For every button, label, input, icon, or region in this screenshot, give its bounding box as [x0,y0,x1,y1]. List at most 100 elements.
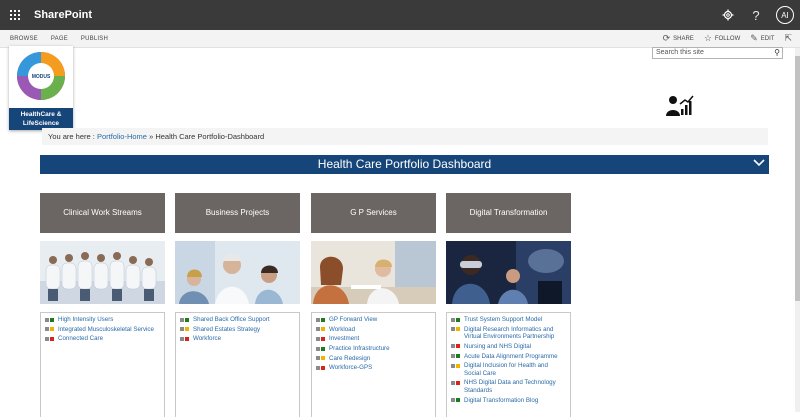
logo-modus-text: MODUS [32,74,51,80]
list-item-link[interactable]: Workforce-GPS [329,364,372,372]
chevron-down-icon[interactable] [753,155,765,174]
digital-vr-photo[interactable] [446,241,571,304]
list-item-link[interactable]: Trust System Support Model [464,316,542,324]
list-item-link[interactable]: Workforce [193,335,221,343]
column-digital-transformation: Digital Transformation Trust System Supp… [446,193,571,417]
tab-browse[interactable]: BROWSE [10,36,38,42]
question-icon[interactable]: ? [748,7,764,23]
list-item-link[interactable]: Practice Infrastructure [329,345,390,353]
status-indicator [321,327,325,332]
search-input[interactable]: Search this site ⚲ [652,47,783,59]
bullet-square [180,317,184,322]
list-item[interactable]: Shared Estates Strategy [180,326,295,334]
list-item-link[interactable]: Connected Care [58,335,103,343]
breadcrumb-separator: » [149,132,154,141]
breadcrumb-current: Health Care Portfolio-Dashboard [155,132,265,141]
bullet-square [45,327,49,332]
status-indicator [456,344,460,349]
follow-label: FOLLOW [714,35,741,42]
tile-header[interactable]: Business Projects [175,193,300,233]
gp-consultation-photo[interactable] [311,241,436,304]
list-item[interactable]: Investment [316,335,431,343]
tab-page[interactable]: PAGE [51,36,68,42]
list-item[interactable]: Care Redesign [316,355,431,363]
column-gp-services: G P Services GP Forward View Workload In… [311,193,436,417]
list-item-link[interactable]: Workload [329,326,355,334]
vertical-scrollbar[interactable] [795,48,800,412]
logo-graphic: MODUS [17,52,65,100]
clinical-team-photo[interactable] [40,241,165,304]
tile-header[interactable]: G P Services [311,193,436,233]
tile-header[interactable]: Clinical Work Streams [40,193,165,233]
app-launcher-icon[interactable] [2,0,28,30]
list-item-link[interactable]: High Intensity Users [58,316,113,324]
list-item[interactable]: High Intensity Users [45,316,160,324]
edit-label: EDIT [760,35,775,42]
breadcrumb-home-link[interactable]: Portfolio-Home [97,132,147,141]
list-item[interactable]: NHS Digital Data and Technology Standard… [451,379,566,394]
list-item-link[interactable]: GP Forward View [329,316,377,324]
list-item[interactable]: Connected Care [45,335,160,343]
logo-caption: HealthCare & LifeScience [9,108,73,130]
bullet-square [451,344,455,349]
tile-header[interactable]: Digital Transformation [446,193,571,233]
business-meeting-photo[interactable] [175,241,300,304]
list-item-link[interactable]: Nursing and NHS Digital [464,343,531,351]
follow-button[interactable]: ☆ FOLLOW [704,33,740,44]
brand-title[interactable]: SharePoint [34,9,92,21]
list-item[interactable]: Digital Inclusion for Health and Social … [451,362,566,377]
column-business-projects: Business Projects Shared Back Office Sup… [175,193,300,417]
list-item[interactable]: Digital Research Informatics and Virtual… [451,326,566,341]
star-icon: ☆ [703,33,712,43]
workstream-list: High Intensity Users Integrated Musculos… [40,312,165,417]
search-icon[interactable]: ⚲ [774,48,780,58]
status-indicator [456,380,460,385]
status-indicator [456,363,460,368]
status-indicator [321,336,325,341]
list-item[interactable]: Digital Transformation Blog [451,397,566,405]
status-indicator [50,317,54,322]
list-item-link[interactable]: Digital Inclusion for Health and Social … [464,362,566,377]
list-item[interactable]: Workforce [180,335,295,343]
status-indicator [321,356,325,361]
bullet-square [316,356,320,361]
list-item-link[interactable]: Shared Estates Strategy [193,326,260,334]
list-item[interactable]: Trust System Support Model [451,316,566,324]
dashboard-banner: Health Care Portfolio Dashboard [40,155,769,174]
list-item-link[interactable]: Investment [329,335,359,343]
list-item-link[interactable]: Care Redesign [329,355,370,363]
status-indicator [456,327,460,332]
list-item[interactable]: Workforce-GPS [316,364,431,372]
status-indicator [321,317,325,322]
list-item-link[interactable]: Acute Data Alignment Programme [464,353,558,361]
gear-icon[interactable] [720,7,736,23]
avatar[interactable]: AI [776,6,794,24]
status-indicator [185,317,189,322]
list-item[interactable]: Practice Infrastructure [316,345,431,353]
site-logo[interactable]: MODUS HealthCare & LifeScience [9,46,73,130]
tab-publish[interactable]: PUBLISH [81,36,108,42]
list-item[interactable]: Workload [316,326,431,334]
focus-content-button[interactable]: ⇱ [784,33,792,44]
list-item-link[interactable]: Digital Research Informatics and Virtual… [464,326,566,341]
list-item-link[interactable]: Integrated Musculoskeletal Service [58,326,154,334]
status-indicator [321,365,325,370]
ribbon: BROWSE PAGE PUBLISH ⟳ SHARE ☆ FOLLOW ✎ EDIT… [0,30,800,48]
list-item[interactable]: GP Forward View [316,316,431,324]
list-item[interactable]: Acute Data Alignment Programme [451,353,566,361]
list-item-link[interactable]: Shared Back Office Support [193,316,270,324]
status-indicator [456,354,460,359]
share-label: SHARE [673,35,694,42]
share-button[interactable]: ⟳ SHARE [663,33,694,44]
bullet-square [316,346,320,351]
edit-button[interactable]: ✎ EDIT [750,33,774,44]
list-item-link[interactable]: Digital Transformation Blog [464,397,538,405]
share-icon: ⟳ [662,33,671,43]
status-indicator [50,336,54,341]
scrollbar-thumb[interactable] [795,56,800,301]
list-item[interactable]: Shared Back Office Support [180,316,295,324]
column-clinical-work-streams: Clinical Work Streams High Intensity Use… [40,193,165,417]
list-item[interactable]: Nursing and NHS Digital [451,343,566,351]
list-item-link[interactable]: NHS Digital Data and Technology Standard… [464,379,566,394]
list-item[interactable]: Integrated Musculoskeletal Service [45,326,160,334]
